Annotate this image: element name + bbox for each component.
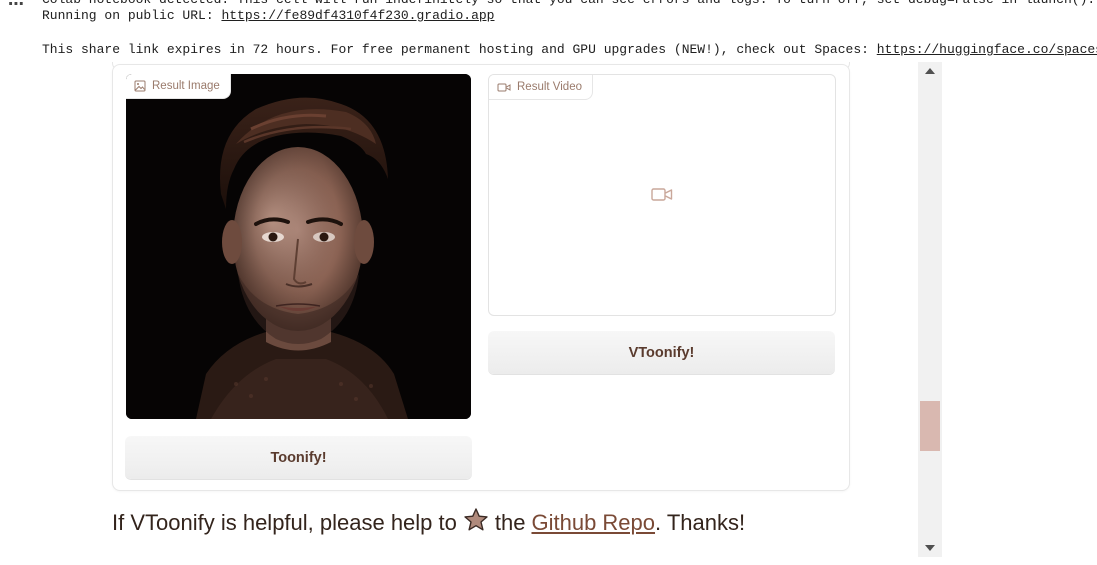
result-image-label: Result Image (126, 74, 231, 99)
public-url-link[interactable]: https://fe89df4310f4f230.gradio.app (221, 8, 494, 23)
console-line-public-url: Running on public URL: https://fe89df431… (42, 8, 494, 24)
video-icon (497, 82, 511, 93)
share-expiry-text: This share link expires in 72 hours. For… (42, 42, 877, 57)
console-line-share-expiry: This share link expires in 72 hours. For… (42, 42, 1097, 58)
console-output: ⋯ Colab notebook detected. This cell wil… (0, 0, 1097, 62)
star-icon (463, 507, 489, 539)
result-image-label-text: Result Image (152, 80, 220, 92)
more-options-icon[interactable]: ⋯ (8, 0, 25, 13)
result-video-label: Result Video (489, 75, 593, 100)
footer-middle: the (494, 510, 526, 535)
footer-message: If VToonify is helpful, please help to t… (112, 507, 745, 539)
result-image-box: Result Image (126, 74, 471, 419)
vertical-scrollbar[interactable] (918, 62, 942, 557)
gradio-output-frame: Result Image Result Video VToonify! Toon… (0, 62, 942, 565)
footer-suffix: . Thanks! (655, 510, 746, 535)
scroll-up-arrow-icon[interactable] (918, 62, 942, 80)
vtoonify-button[interactable]: VToonify! (488, 331, 835, 374)
image-icon (134, 80, 146, 92)
scroll-down-arrow-icon[interactable] (918, 539, 942, 557)
footer-prefix: If VToonify is helpful, please help to (112, 510, 457, 535)
scrollbar-thumb[interactable] (920, 401, 940, 451)
result-video-label-text: Result Video (517, 81, 582, 93)
result-portrait-image (126, 74, 471, 419)
toonify-button[interactable]: Toonify! (125, 436, 472, 479)
github-repo-link[interactable]: Github Repo (531, 510, 655, 536)
console-line-notebook: Colab notebook detected. This cell will … (42, 0, 1095, 8)
public-url-prefix: Running on public URL: (42, 8, 222, 23)
spaces-link[interactable]: https://huggingface.co/spaces (877, 42, 1097, 57)
result-video-box[interactable]: Result Video (488, 74, 836, 316)
video-placeholder-icon (651, 187, 673, 207)
